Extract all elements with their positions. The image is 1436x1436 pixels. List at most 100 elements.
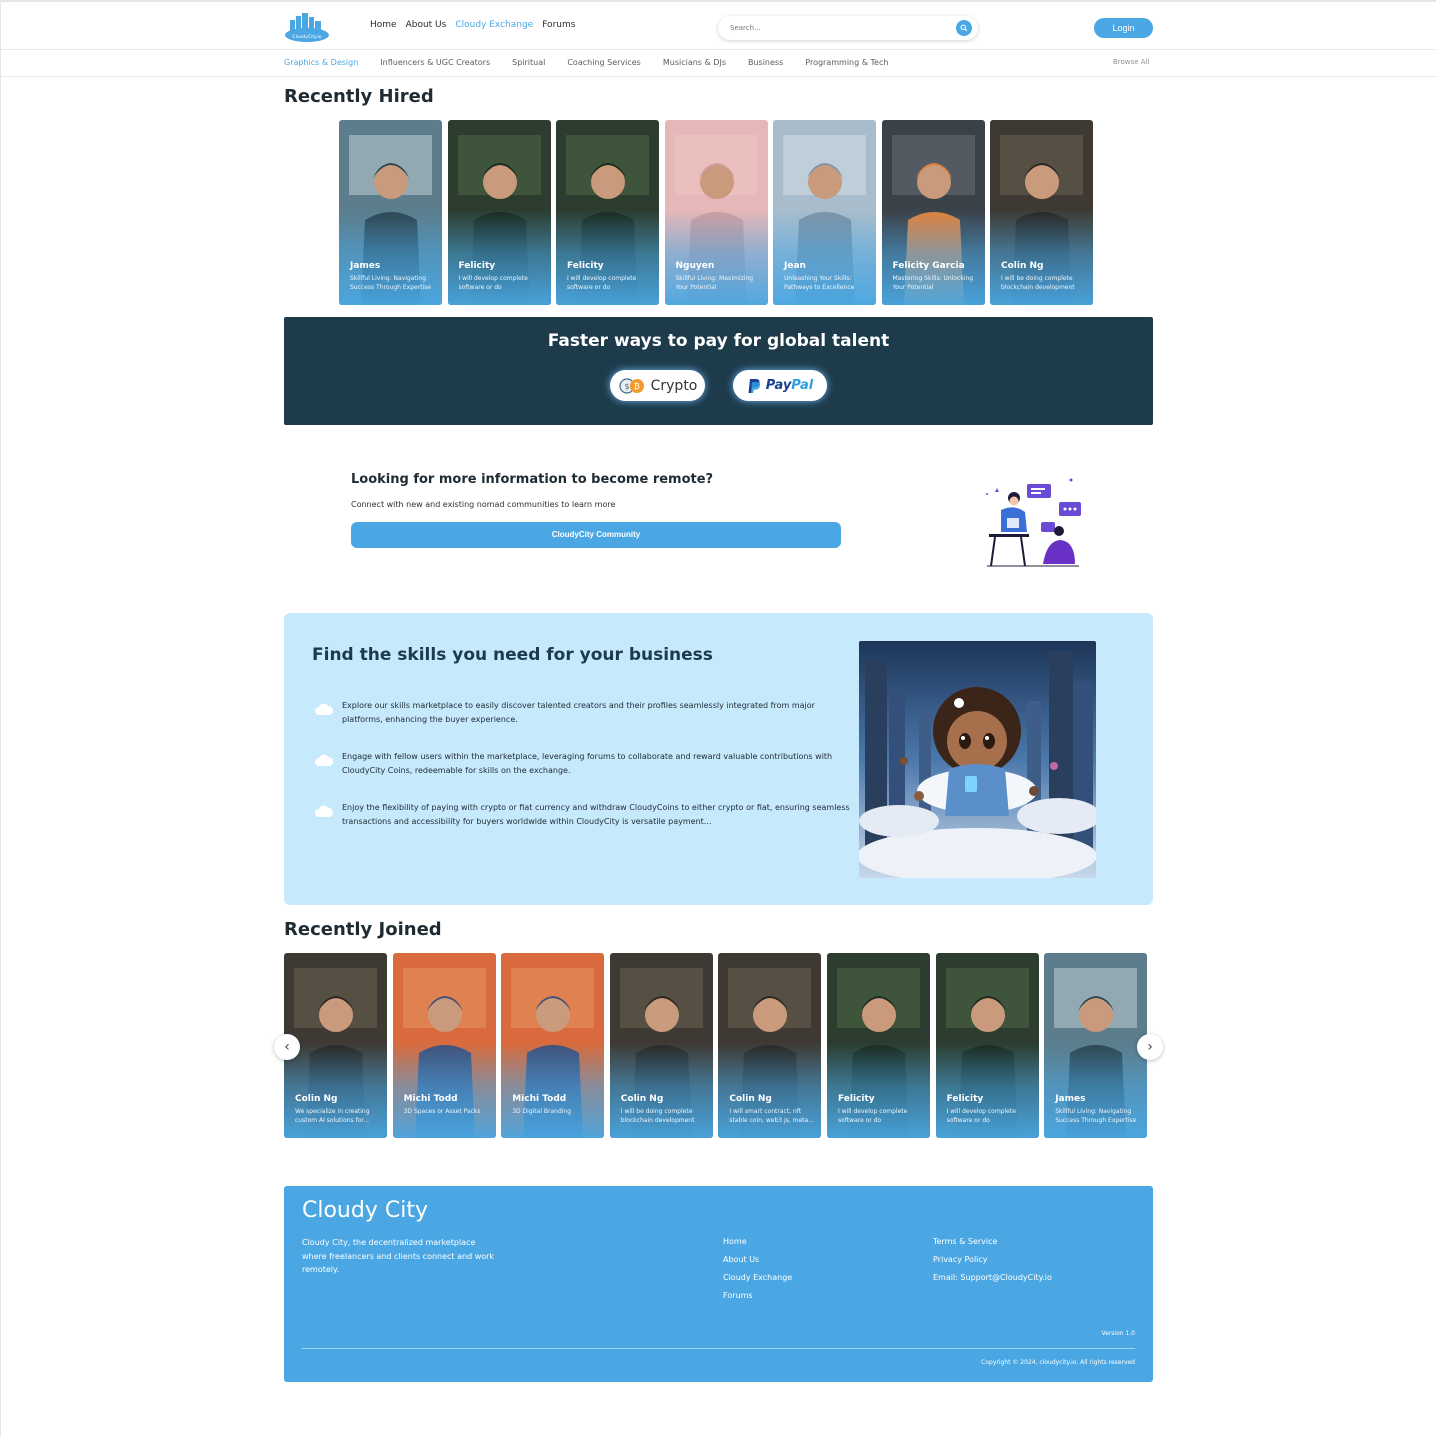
footer-link-terms[interactable]: Terms & Service bbox=[933, 1237, 1052, 1246]
svg-text:$: $ bbox=[624, 382, 629, 391]
talent-card[interactable]: Felicity Garcia Mastering Skills: Unlocki… bbox=[881, 120, 985, 305]
svg-text:CloudyCity.io: CloudyCity.io bbox=[292, 34, 321, 40]
category-influencers[interactable]: Influencers & UGC Creators bbox=[380, 58, 490, 67]
community-chat-illustration bbox=[986, 478, 1081, 567]
talent-card[interactable]: Felicity I will develop complete software… bbox=[935, 953, 1039, 1138]
talent-description: Skillful Living: Navigating Success Thro… bbox=[350, 275, 431, 291]
footer-links-main: Home About Us Cloudy Exchange Forums bbox=[723, 1237, 792, 1300]
recently-joined-title: Recently Joined bbox=[284, 919, 442, 940]
talent-description: Skillful Living: Navigating Success Thro… bbox=[1055, 1108, 1137, 1124]
browse-all-link[interactable]: Browse All bbox=[1113, 58, 1149, 66]
talent-name: Nguyen bbox=[675, 261, 715, 271]
footer-link-home[interactable]: Home bbox=[723, 1237, 792, 1246]
skills-bullet-text: Explore our skills marketplace to easily… bbox=[342, 701, 815, 724]
footer-link-forums[interactable]: Forums bbox=[723, 1291, 792, 1300]
talent-description: 3D Spaces or Asset Packs bbox=[403, 1108, 481, 1115]
talent-name: James bbox=[1055, 1094, 1086, 1104]
talent-name: Felicity bbox=[838, 1094, 875, 1104]
skills-title: Find the skills you need for your busine… bbox=[312, 645, 713, 665]
talent-description: Mastering Skills: Unlocking Your Potenti… bbox=[892, 275, 974, 291]
search-input[interactable] bbox=[730, 20, 950, 36]
talent-description: I will develop complete software or do c… bbox=[838, 1108, 908, 1124]
talent-name: Michi Todd bbox=[512, 1094, 567, 1104]
category-spiritual[interactable]: Spiritual bbox=[512, 58, 545, 67]
cloud-city-artwork bbox=[859, 641, 1096, 878]
talent-name: Felicity bbox=[946, 1094, 984, 1104]
footer-link-exchange[interactable]: Cloudy Exchange bbox=[723, 1273, 792, 1282]
footer-link-privacy[interactable]: Privacy Policy bbox=[933, 1255, 1052, 1264]
footer-link-email[interactable]: Email: Support@CloudyCity.io bbox=[933, 1273, 1052, 1282]
carousel-prev-button[interactable]: ‹ bbox=[274, 1034, 300, 1060]
carousel-next-button[interactable]: › bbox=[1137, 1034, 1163, 1060]
main-nav: Home About Us Cloudy Exchange Forums bbox=[370, 20, 575, 30]
paypal-word-pal: Pal bbox=[791, 378, 814, 393]
talent-card[interactable]: James Skillful Living: Navigating Success… bbox=[339, 120, 442, 305]
footer-copyright: Copyright © 2024, cloudycity.io. All rig… bbox=[981, 1359, 1135, 1366]
talent-name: Michi Todd bbox=[403, 1094, 458, 1104]
footer-tagline: Cloudy City, the decentralized marketpla… bbox=[302, 1238, 495, 1274]
footer-link-about[interactable]: About Us bbox=[723, 1255, 792, 1264]
search-icon bbox=[960, 24, 968, 32]
community-button[interactable]: CloudyCity Community bbox=[351, 522, 841, 548]
talent-description: I will be doing complete blockchain deve… bbox=[620, 1108, 695, 1124]
search-button[interactable] bbox=[956, 20, 972, 36]
cloudycity-logo[interactable]: CloudyCity.io bbox=[284, 12, 330, 42]
paypal-word-pay: Pay bbox=[765, 378, 792, 393]
talent-name: Felicity Garcia bbox=[892, 261, 965, 271]
talent-description: I will be doing complete blockchain deve… bbox=[1001, 275, 1075, 291]
login-button[interactable]: Login bbox=[1094, 18, 1153, 38]
nav-cloudy-exchange[interactable]: Cloudy Exchange bbox=[455, 20, 533, 30]
talent-description: Unleashing Your Skills: Pathways to Exce… bbox=[784, 275, 855, 291]
talent-card[interactable]: Michi Todd 3D Spaces or Asset Packs bbox=[392, 953, 496, 1138]
category-programming[interactable]: Programming & Tech bbox=[805, 58, 888, 67]
talent-card[interactable]: Colin Ng I will be doing complete blockch… bbox=[609, 953, 713, 1138]
talent-name: Colin Ng bbox=[620, 1094, 664, 1104]
pay-banner-title: Faster ways to pay for global talent bbox=[547, 331, 890, 351]
remote-info-title: Looking for more information to become r… bbox=[351, 472, 714, 487]
talent-card[interactable]: Felicity I will develop complete software… bbox=[447, 120, 551, 305]
talent-card[interactable]: Felicity I will develop complete software… bbox=[556, 120, 659, 305]
nav-about-us[interactable]: About Us bbox=[406, 20, 447, 30]
top-navbar: CloudyCity.io Home About Us Cloudy Excha… bbox=[0, 2, 1436, 50]
talent-description: 3D Digital Branding bbox=[512, 1108, 572, 1115]
footer-links-legal: Terms & Service Privacy Policy Email: Su… bbox=[933, 1237, 1052, 1282]
talent-card[interactable]: Michi Todd 3D Digital Branding bbox=[501, 953, 605, 1138]
crypto-coins-icon: $ ₿ bbox=[619, 377, 644, 394]
paypal-button[interactable]: PayPal bbox=[733, 370, 827, 401]
talent-description: I will develop complete software or do c… bbox=[458, 275, 528, 291]
talent-card[interactable]: Colin Ng I will be doing complete blockch… bbox=[990, 120, 1093, 305]
category-graphics-design[interactable]: Graphics & Design bbox=[284, 58, 358, 67]
cloud-icon bbox=[315, 703, 333, 715]
footer-brand: Cloudy City bbox=[302, 1198, 428, 1223]
talent-card[interactable]: Jean Unleashing Your Skills: Pathways to … bbox=[773, 120, 876, 305]
crypto-label: Crypto bbox=[650, 377, 698, 394]
footer-version: Version 1.0 bbox=[1101, 1330, 1135, 1337]
footer-divider bbox=[302, 1348, 1135, 1349]
nav-home[interactable]: Home bbox=[370, 20, 397, 30]
talent-name: Colin Ng bbox=[1001, 261, 1044, 271]
category-musicians[interactable]: Musicians & DJs bbox=[663, 58, 726, 67]
talent-card[interactable]: Colin Ng I will smart contract, nft stabl… bbox=[718, 953, 822, 1138]
paypal-icon bbox=[748, 378, 760, 393]
category-coaching[interactable]: Coaching Services bbox=[567, 58, 641, 67]
talent-name: Colin Ng bbox=[295, 1094, 338, 1104]
talent-name: Felicity bbox=[458, 261, 496, 271]
talent-name: James bbox=[350, 261, 381, 271]
talent-card[interactable]: Felicity I will develop complete software… bbox=[827, 953, 930, 1138]
talent-name: Felicity bbox=[567, 261, 604, 271]
crypto-button[interactable]: $ ₿ Crypto bbox=[610, 370, 705, 401]
svg-text:₿: ₿ bbox=[634, 382, 640, 391]
skills-bullet-text: Enjoy the flexibility of paying with cry… bbox=[342, 803, 850, 826]
talent-name: Jean bbox=[784, 261, 806, 271]
pay-banner: Faster ways to pay for global talent $ ₿… bbox=[284, 317, 1153, 425]
category-business[interactable]: Business bbox=[748, 58, 783, 67]
talent-card[interactable]: James Skillful Living: Navigating Success… bbox=[1044, 953, 1148, 1138]
remote-info-subtitle: Connect with new and existing nomad comm… bbox=[351, 500, 616, 509]
paypal-wordmark: PayPal bbox=[766, 378, 813, 393]
skills-bullet-text: Engage with fellow users within the mark… bbox=[342, 752, 833, 775]
nav-forums[interactable]: Forums bbox=[542, 20, 575, 30]
recently-hired-title: Recently Hired bbox=[284, 86, 434, 107]
talent-card[interactable]: Nguyen Skillful Living: Maximizing Your P… bbox=[664, 120, 768, 305]
category-bar: Graphics & Design Influencers & UGC Crea… bbox=[0, 50, 1436, 77]
talent-description: I will smart contract, nft stable coin, … bbox=[729, 1108, 814, 1124]
